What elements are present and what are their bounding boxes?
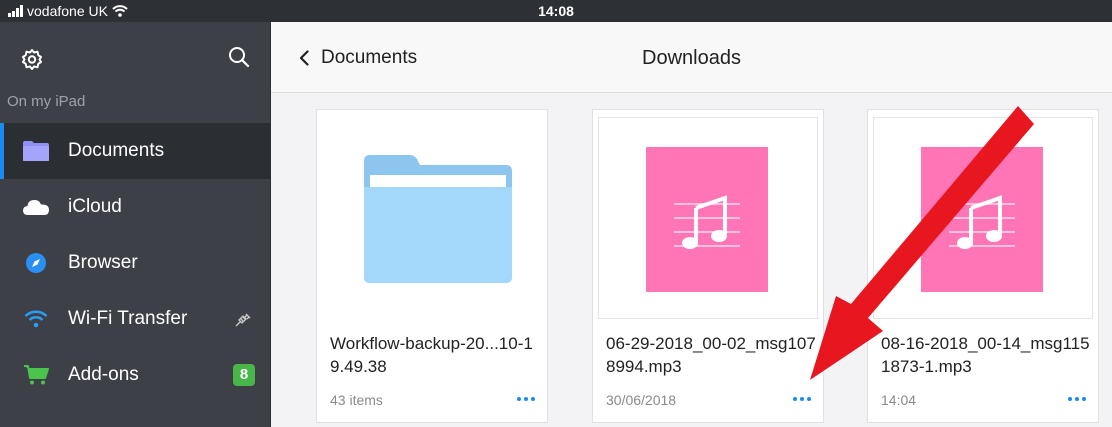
sidebar-item-label: Wi-Fi Transfer [68, 308, 188, 329]
sidebar-item-label: Documents [68, 140, 165, 161]
file-thumbnail [598, 117, 818, 319]
sidebar-item-documents[interactable]: Documents [0, 123, 270, 179]
search-icon[interactable] [228, 46, 250, 68]
section-label: On my iPad [7, 93, 86, 110]
compass-icon [22, 251, 50, 275]
sidebar: On my iPad Documents iCloud Browser Wi-F… [0, 22, 270, 427]
sidebar-item-label: Browser [68, 252, 138, 273]
folder-icon [22, 139, 50, 163]
more-options-button[interactable] [1068, 397, 1086, 401]
nav-header: Documents Downloads [271, 22, 1112, 93]
file-card-audio[interactable]: 08-16-2018_00-14_msg1151873-1.mp3 14:04 [867, 109, 1099, 423]
file-meta: 30/06/2018 [606, 392, 677, 408]
status-bar: vodafone UK 14:08 [0, 0, 1112, 22]
file-name: 06-29-2018_00-02_msg1078994.mp3 [606, 334, 816, 376]
page-title: Downloads [642, 47, 741, 69]
sidebar-item-icloud[interactable]: iCloud [0, 179, 270, 235]
sidebar-toolbar [0, 22, 270, 92]
sidebar-item-browser[interactable]: Browser [0, 235, 270, 291]
add-ons-badge: 8 [233, 364, 255, 386]
music-file-icon [921, 147, 1043, 292]
cart-icon [22, 363, 50, 387]
file-card-folder[interactable]: Workflow-backup-20...10-19.49.38 43 item… [316, 109, 548, 423]
wifi-icon [22, 307, 50, 331]
file-meta: 14:04 [881, 392, 917, 408]
file-thumbnail [873, 117, 1093, 319]
cloud-icon [22, 195, 50, 219]
file-thumbnail [322, 117, 540, 317]
clock: 14:08 [538, 3, 574, 19]
music-file-icon [646, 147, 768, 292]
sidebar-item-label: iCloud [68, 196, 122, 217]
more-options-button[interactable] [793, 397, 811, 401]
folder-icon [364, 155, 512, 283]
more-options-button[interactable] [517, 397, 535, 401]
gear-icon[interactable] [21, 48, 43, 70]
file-name: Workflow-backup-20...10-19.49.38 [330, 334, 533, 376]
file-card-audio[interactable]: 06-29-2018_00-02_msg1078994.mp3 30/06/20… [592, 109, 824, 423]
file-meta: 43 items [330, 392, 383, 408]
file-name: 08-16-2018_00-14_msg1151873-1.mp3 [881, 334, 1090, 376]
sidebar-item-label: Add-ons [68, 364, 139, 385]
plug-icon [235, 313, 251, 327]
sidebar-item-add-ons[interactable]: Add-ons 8 [0, 347, 270, 403]
sidebar-item-wifi-transfer[interactable]: Wi-Fi Transfer [0, 291, 270, 347]
